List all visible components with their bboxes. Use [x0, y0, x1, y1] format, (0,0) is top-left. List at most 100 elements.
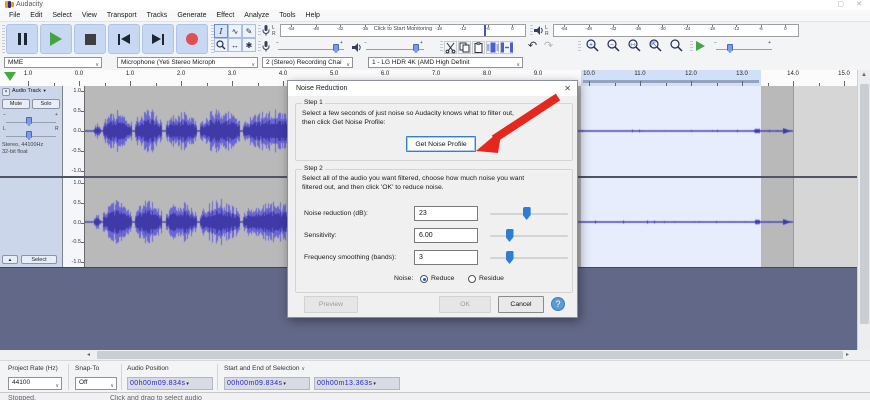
snap-to-dropdown[interactable]: Off∨: [75, 377, 117, 390]
draw-tool-button[interactable]: ✎: [242, 24, 256, 38]
zoom-selection-button[interactable]: ⇿: [624, 39, 644, 52]
multi-tool-button[interactable]: ✱: [242, 38, 256, 52]
frequency-smoothing-slider[interactable]: [490, 257, 568, 259]
solo-button[interactable]: Solo: [32, 99, 60, 109]
vertical-scrollbar[interactable]: ▲: [857, 70, 870, 350]
frequency-smoothing-thumb[interactable]: [506, 251, 514, 264]
menu-transport[interactable]: Transport: [102, 12, 142, 19]
zoom-fit-button[interactable]: ⇱: [645, 39, 665, 52]
playhead-pin-icon[interactable]: [4, 72, 16, 81]
ruler-selection-bar[interactable]: [583, 80, 759, 83]
sensitivity-slider[interactable]: [490, 235, 568, 237]
menu-file[interactable]: File: [4, 12, 25, 19]
redo-button[interactable]: ↷: [542, 39, 555, 52]
menu-tracks[interactable]: Tracks: [142, 12, 173, 19]
selection-tool-button[interactable]: I: [214, 24, 228, 38]
help-button[interactable]: ?: [551, 297, 565, 311]
zoom-in-button[interactable]: +: [582, 39, 602, 52]
play-speed-slider[interactable]: [716, 49, 772, 50]
close-button[interactable]: ✕: [856, 0, 862, 8]
transport-grip[interactable]: [2, 25, 5, 54]
pause-icon-2: [24, 33, 27, 45]
timeshift-tool-button[interactable]: ↔: [228, 38, 242, 52]
envelope-tool-button[interactable]: ∿: [228, 24, 242, 38]
meter-monitor-text[interactable]: Click to Start Monitoring: [372, 26, 434, 32]
play-volume-thumb[interactable]: [413, 44, 419, 53]
copy-button[interactable]: [458, 41, 471, 54]
rec-meter-grip[interactable]: [258, 25, 261, 37]
pan-thumb[interactable]: [26, 131, 32, 140]
noise-reduction-thumb[interactable]: [523, 207, 531, 220]
silence-audio-button[interactable]: [500, 41, 513, 54]
sensitivity-thumb[interactable]: [506, 229, 514, 242]
horizontal-scrollbar[interactable]: ◂ ▸: [0, 350, 870, 360]
noise-reduction-input[interactable]: 23: [414, 206, 478, 221]
menu-tools[interactable]: Tools: [274, 12, 300, 19]
menu-select[interactable]: Select: [47, 12, 76, 19]
menu-edit[interactable]: Edit: [25, 12, 47, 19]
track-name[interactable]: Audio Track ▼: [12, 88, 47, 94]
gain-thumb[interactable]: [26, 117, 32, 126]
ok-button[interactable]: OK: [439, 296, 491, 313]
menu-generate[interactable]: Generate: [172, 12, 211, 19]
rec-volume-thumb[interactable]: [333, 44, 339, 53]
skip-to-end-button[interactable]: [142, 24, 174, 54]
scroll-up-icon[interactable]: ▲: [861, 72, 867, 78]
frequency-smoothing-input[interactable]: 3: [414, 250, 478, 265]
zoom-grip[interactable]: [578, 41, 581, 53]
mute-button[interactable]: Mute: [2, 99, 30, 109]
project-rate-dropdown[interactable]: 44100∨: [8, 377, 62, 390]
ruler-label-13.0: 13.0: [736, 71, 748, 77]
pas-grip[interactable]: [690, 41, 693, 53]
selection-end-field[interactable]: 00h00m13.363s▾: [314, 377, 400, 390]
zoom-out-button[interactable]: −: [603, 39, 623, 52]
track-select-button[interactable]: Select: [21, 255, 57, 264]
preview-button[interactable]: Preview: [304, 296, 358, 313]
zoom-tool-button[interactable]: [214, 38, 228, 52]
audio-position-field[interactable]: 00h00m09.834s▾: [127, 377, 213, 390]
menu-analyze[interactable]: Analyze: [239, 12, 274, 19]
scroll-left-icon[interactable]: ◂: [87, 351, 90, 358]
edit-grip[interactable]: [440, 41, 443, 53]
play-button[interactable]: [40, 24, 72, 54]
horizontal-scroll-thumb[interactable]: [97, 351, 843, 359]
paste-button[interactable]: [472, 41, 485, 54]
trim-audio-button[interactable]: [486, 41, 499, 54]
recording-device-dropdown[interactable]: Microphone (Yeti Stereo Microph∨: [117, 57, 258, 68]
menu-effect[interactable]: Effect: [212, 12, 240, 19]
playback-device-dropdown[interactable]: 1 - LG HDR 4K (AMD High Definit∨: [368, 57, 523, 68]
residue-radio[interactable]: [468, 275, 476, 283]
skip-to-start-button[interactable]: [108, 24, 140, 54]
svg-text:⇱: ⇱: [651, 40, 657, 48]
menu-view[interactable]: View: [77, 12, 102, 19]
cut-button[interactable]: [444, 41, 457, 54]
scroll-right-icon[interactable]: ▸: [846, 351, 849, 358]
mixer-grip[interactable]: [258, 41, 261, 53]
audio-host-dropdown[interactable]: MME∨: [4, 57, 102, 68]
pause-button[interactable]: [6, 24, 38, 54]
skip-start-icon: [118, 34, 120, 45]
track-close-button[interactable]: ×: [2, 88, 10, 96]
play-meter-grip[interactable]: [530, 25, 533, 37]
cancel-button[interactable]: Cancel: [498, 296, 544, 313]
recording-meter[interactable]: -54-48-42-36-30-24-18-12-60Click to Star…: [280, 24, 526, 37]
maximize-button[interactable]: ▢: [837, 0, 844, 8]
reduce-radio[interactable]: [420, 275, 428, 283]
recording-channels-dropdown[interactable]: 2 (Stereo) Recording Chai∨: [262, 57, 353, 68]
play-at-speed-button[interactable]: [694, 39, 707, 52]
play-speed-thumb[interactable]: [727, 44, 733, 53]
step2-text-2: filtered out, and then click 'OK' to red…: [302, 184, 444, 191]
zoom-toggle-button[interactable]: [666, 39, 686, 52]
menu-help[interactable]: Help: [301, 12, 325, 19]
record-button[interactable]: [176, 24, 208, 54]
ruler-selection[interactable]: [581, 70, 761, 86]
undo-button[interactable]: ↶: [526, 39, 539, 52]
sensitivity-input[interactable]: 6.00: [414, 228, 478, 243]
selection-mode-dropdown[interactable]: Start and End of Selection ∨: [224, 365, 305, 372]
playback-meter[interactable]: -54-48-42-36-30-24-18-12-60: [553, 24, 799, 37]
gain-min-label: −: [3, 112, 6, 118]
vertical-scroll-thumb[interactable]: [860, 84, 869, 324]
selection-start-field[interactable]: 00h00m09.834s▾: [224, 377, 310, 390]
collapse-button[interactable]: ▲: [2, 255, 18, 264]
stop-button[interactable]: [74, 24, 106, 54]
